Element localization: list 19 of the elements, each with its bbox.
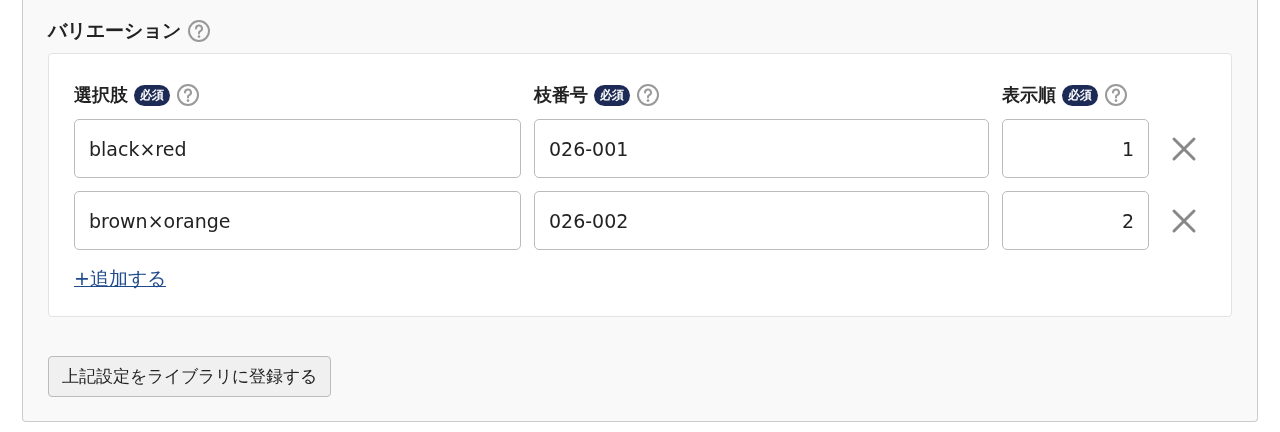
required-badge: 必須 [1062, 84, 1098, 106]
required-badge: 必須 [134, 84, 170, 106]
text-field[interactable]: 026-002 [534, 191, 989, 250]
column-label: 表示順 [1002, 83, 1056, 107]
section-title: バリエーション [48, 18, 181, 43]
text-field[interactable]: 026-001 [534, 119, 989, 178]
column-label: 枝番号 [534, 83, 588, 107]
add-link[interactable]: +追加する [74, 266, 166, 292]
column-label: 選択肢 [74, 83, 128, 107]
required-badge: 必須 [594, 84, 630, 106]
help-icon[interactable] [636, 83, 660, 107]
help-icon[interactable] [187, 19, 211, 43]
text-field[interactable]: 1 [1002, 119, 1149, 178]
text-field[interactable]: brown×orange [74, 191, 521, 250]
register-button[interactable]: 上記設定をライブラリに登録する [48, 356, 331, 397]
help-icon[interactable] [176, 83, 200, 107]
text-field[interactable]: 2 [1002, 191, 1149, 250]
text-field[interactable]: black×red [74, 119, 521, 178]
help-icon[interactable] [1104, 83, 1128, 107]
